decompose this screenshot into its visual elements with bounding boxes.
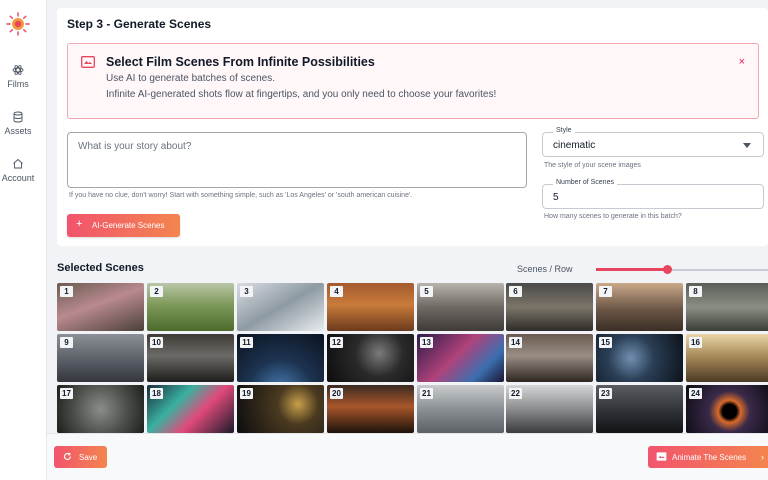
sidebar-item-films[interactable]: Films [0, 64, 36, 89]
story-input[interactable]: What is your story about? [67, 132, 527, 188]
scenes-help: How many scenes to generate in this batc… [544, 213, 682, 220]
scene-thumbnail[interactable]: 11 [237, 334, 324, 382]
refresh-icon [63, 452, 72, 461]
scene-number: 4 [330, 286, 343, 297]
scene-thumbnail[interactable]: 1 [57, 283, 144, 331]
ai-generate-button[interactable]: + AI-Generate Scenes [67, 214, 180, 237]
database-icon [12, 111, 24, 123]
scene-number: 23 [599, 388, 612, 399]
ai-generate-label: AI-Generate Scenes [92, 221, 164, 230]
style-legend: Style [553, 127, 575, 134]
scene-thumbnail[interactable]: 22 [506, 385, 593, 433]
animate-label: Animate The Scenes [672, 453, 746, 462]
scene-number: 21 [420, 388, 433, 399]
scene-thumbnail[interactable]: 15 [596, 334, 683, 382]
scene-thumbnail[interactable]: 9 [57, 334, 144, 382]
scene-thumbnail[interactable]: 14 [506, 334, 593, 382]
alert-description: Use AI to generate batches of scenes. [106, 73, 275, 84]
scene-number: 9 [60, 337, 73, 348]
scene-number: 5 [420, 286, 433, 297]
scene-thumbnail[interactable]: 19 [237, 385, 324, 433]
page-title: Step 3 - Generate Scenes [67, 17, 211, 31]
scene-number: 1 [60, 286, 73, 297]
chevron-down-icon [743, 143, 751, 148]
sidebar-item-assets[interactable]: Assets [0, 111, 36, 136]
scene-number: 10 [150, 337, 163, 348]
scene-thumbnail[interactable]: 13 [417, 334, 504, 382]
slider-fill [596, 268, 667, 271]
scene-number: 19 [240, 388, 253, 399]
sidebar-item-label: Assets [4, 126, 31, 136]
alert-description: Infinite AI-generated shots flow at fing… [106, 89, 496, 100]
scene-thumbnail[interactable]: 6 [506, 283, 593, 331]
film-icon [656, 452, 667, 461]
style-select[interactable]: Style cinematic [542, 132, 764, 157]
close-icon[interactable]: × [739, 56, 745, 68]
scene-thumbnail[interactable]: 7 [596, 283, 683, 331]
scene-number: 2 [150, 286, 163, 297]
sidebar: Films Assets Account [0, 0, 47, 480]
generate-scenes-panel: Step 3 - Generate Scenes Select Film Sce… [57, 8, 768, 246]
alert-title: Select Film Scenes From Infinite Possibi… [106, 55, 375, 69]
bottom-action-bar: Save Animate The Scenes › [47, 433, 768, 480]
scene-number: 7 [599, 286, 612, 297]
scene-number: 18 [150, 388, 163, 399]
scene-number: 14 [509, 337, 522, 348]
scene-number: 3 [240, 286, 253, 297]
scene-number: 17 [60, 388, 73, 399]
scene-thumbnail[interactable]: 17 [57, 385, 144, 433]
info-alert: Select Film Scenes From Infinite Possibi… [67, 43, 759, 119]
scene-thumbnail[interactable]: 8 [686, 283, 768, 331]
scene-number: 16 [689, 337, 702, 348]
film-icon [81, 56, 95, 68]
scene-thumbnail[interactable]: 21 [417, 385, 504, 433]
sidebar-item-label: Account [2, 173, 35, 183]
style-help: The style of your scene images [544, 162, 641, 169]
scene-thumbnail[interactable]: 2 [147, 283, 234, 331]
scenes-legend: Number of Scenes [553, 179, 617, 186]
scene-number: 24 [689, 388, 702, 399]
scene-thumbnail[interactable]: 3 [237, 283, 324, 331]
scene-thumbnail[interactable]: 12 [327, 334, 414, 382]
scene-thumbnail[interactable]: 24 [686, 385, 768, 433]
scene-thumbnail[interactable]: 16 [686, 334, 768, 382]
sun-logo-icon[interactable] [6, 12, 30, 36]
scene-grid: 1 2 3 4 5 6 7 8 9 10 11 12 13 14 15 16 1… [57, 283, 768, 433]
selected-scenes-title: Selected Scenes [57, 262, 144, 274]
scene-number: 15 [599, 337, 612, 348]
scenes-value: 5 [553, 192, 559, 203]
scene-thumbnail[interactable]: 5 [417, 283, 504, 331]
number-of-scenes-input[interactable]: Number of Scenes 5 [542, 184, 764, 209]
story-hint: If you have no clue, don't worry! Start … [69, 192, 412, 199]
save-label: Save [79, 453, 97, 462]
chevron-right-icon: › [761, 452, 764, 462]
scene-number: 11 [240, 337, 253, 348]
atom-icon [12, 64, 24, 76]
scene-number: 12 [330, 337, 343, 348]
slider-handle[interactable] [663, 265, 672, 274]
scene-number: 20 [330, 388, 343, 399]
scenes-per-row-label: Scenes / Row [517, 264, 573, 274]
animate-scenes-button[interactable]: Animate The Scenes › [648, 446, 768, 468]
scene-thumbnail[interactable]: 18 [147, 385, 234, 433]
style-value: cinematic [553, 140, 595, 151]
sidebar-item-label: Films [7, 79, 29, 89]
sidebar-item-account[interactable]: Account [0, 158, 36, 183]
scene-thumbnail[interactable]: 4 [327, 283, 414, 331]
scene-number: 22 [509, 388, 522, 399]
save-button[interactable]: Save [54, 446, 107, 468]
scene-number: 13 [420, 337, 433, 348]
home-icon [12, 158, 24, 170]
scene-number: 6 [509, 286, 522, 297]
plus-icon: + [76, 218, 82, 230]
scene-thumbnail[interactable]: 20 [327, 385, 414, 433]
scene-number: 8 [689, 286, 702, 297]
story-placeholder: What is your story about? [78, 141, 191, 152]
scene-thumbnail[interactable]: 23 [596, 385, 683, 433]
scene-thumbnail[interactable]: 10 [147, 334, 234, 382]
